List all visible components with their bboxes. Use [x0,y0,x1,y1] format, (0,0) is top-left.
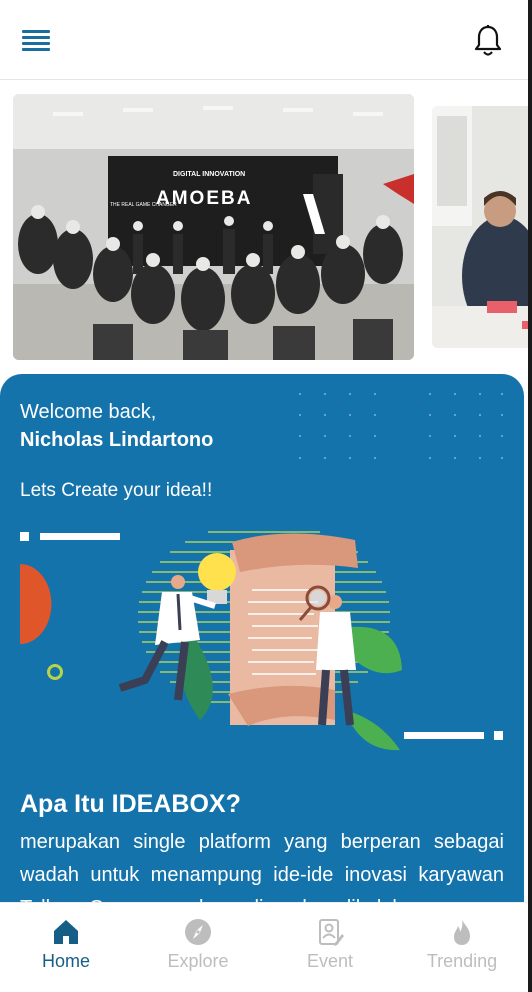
idea-scroll-illustration [20,531,503,751]
bell-icon[interactable] [472,24,504,58]
nav-explore-label: Explore [167,951,229,971]
about-ideabox-title: Apa Itu IDEABOX? [20,790,241,818]
banner-slide-amoeba[interactable]: DIGITAL INNOVATION AMOEBA THE REAL GAME … [13,94,414,360]
bottom-navigation: Home Explore Event Trending [0,902,528,984]
office-meeting-photo [432,106,528,348]
dot-pattern-decoration [298,392,504,460]
compass-icon [185,919,211,945]
top-app-bar [0,0,528,80]
user-name: Nicholas Lindartono [20,429,214,451]
screen-sign-text: DIGITAL INNOVATION [173,171,245,178]
banner-slide-office[interactable] [432,106,528,348]
nav-trending[interactable]: Trending [396,903,528,984]
nav-home-label: Home [41,951,90,971]
welcome-card: Welcome back, Nicholas Lindartono Lets C… [0,374,524,934]
amoeba-event-photo: DIGITAL INNOVATION AMOEBA THE REAL GAME … [13,94,414,360]
event-badge-icon [319,919,344,946]
nav-trending-label: Trending [426,951,498,971]
create-idea-prompt: Lets Create your idea!! [20,480,213,501]
nav-event-label: Event [306,951,354,971]
welcome-greeting: Welcome back, [20,401,157,423]
nav-home[interactable]: Home [0,903,132,984]
banner-carousel[interactable]: DIGITAL INNOVATION AMOEBA THE REAL GAME … [0,94,528,362]
screen-side-text: THE REAL GAME CHANGER [110,202,177,208]
welcome-text: Welcome back, Nicholas Lindartono [20,398,213,454]
home-icon [54,920,78,944]
app-screen: DIGITAL INNOVATION AMOEBA THE REAL GAME … [0,0,528,992]
nav-explore[interactable]: Explore [132,903,264,984]
nav-event[interactable]: Event [264,903,396,984]
hamburger-menu-icon[interactable] [22,30,50,52]
flame-icon [454,919,470,945]
